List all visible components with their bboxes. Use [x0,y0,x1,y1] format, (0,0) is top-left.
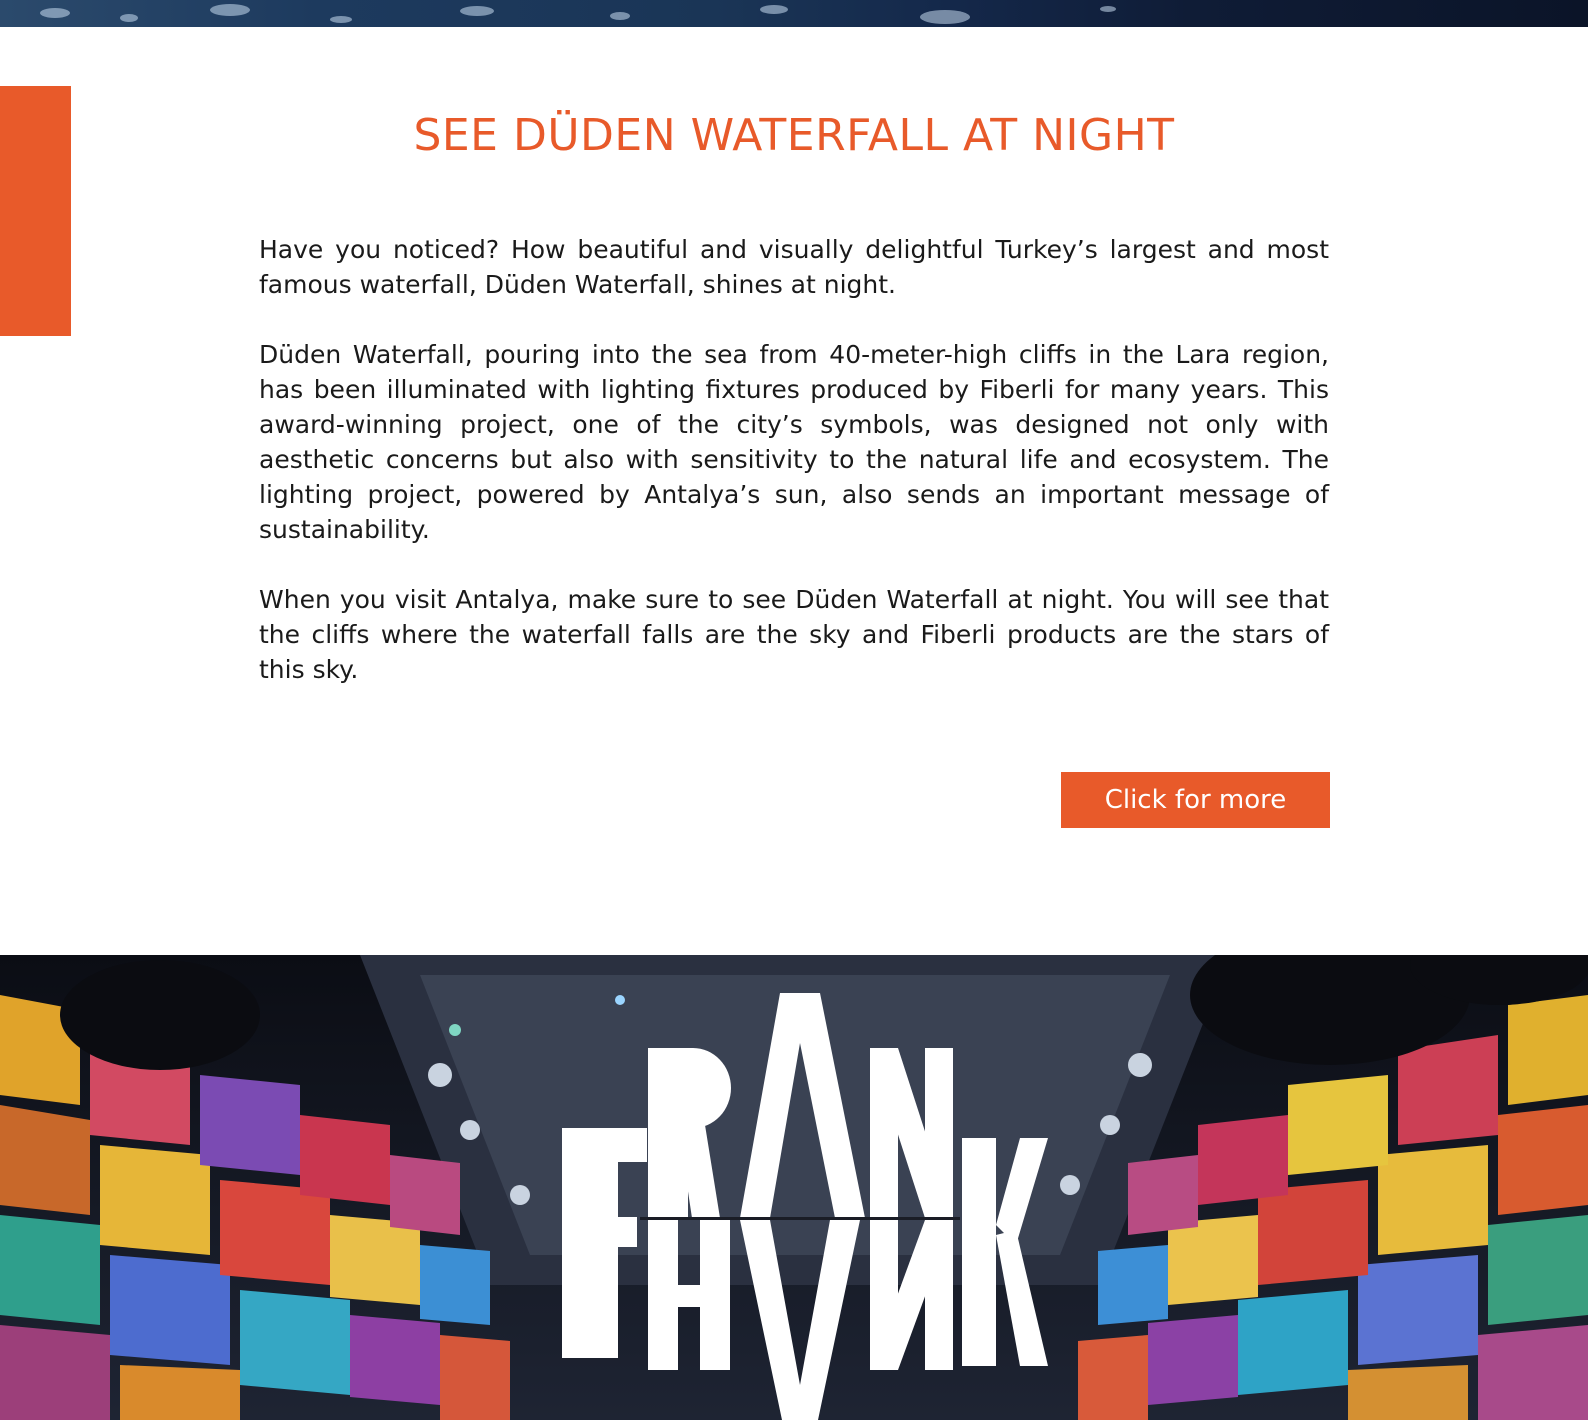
click-for-more-button[interactable]: Click for more [1061,772,1330,828]
page: SEE DÜDEN WATERFALL AT NIGHT Have you no… [0,0,1588,1420]
content-body: Have you noticed? How beautiful and visu… [259,232,1329,722]
hero-image [0,0,1588,27]
paragraph-visit: When you visit Antalya, make sure to see… [259,585,1329,684]
banner-photo-illustration [0,955,1588,1420]
banner-image[interactable] [0,955,1588,1420]
section-title: SEE DÜDEN WATERFALL AT NIGHT [413,110,1175,161]
paragraph-project: Düden Waterfall, pouring into the sea fr… [259,340,1329,544]
paragraph-intro: Have you noticed? How beautiful and visu… [259,235,1329,299]
